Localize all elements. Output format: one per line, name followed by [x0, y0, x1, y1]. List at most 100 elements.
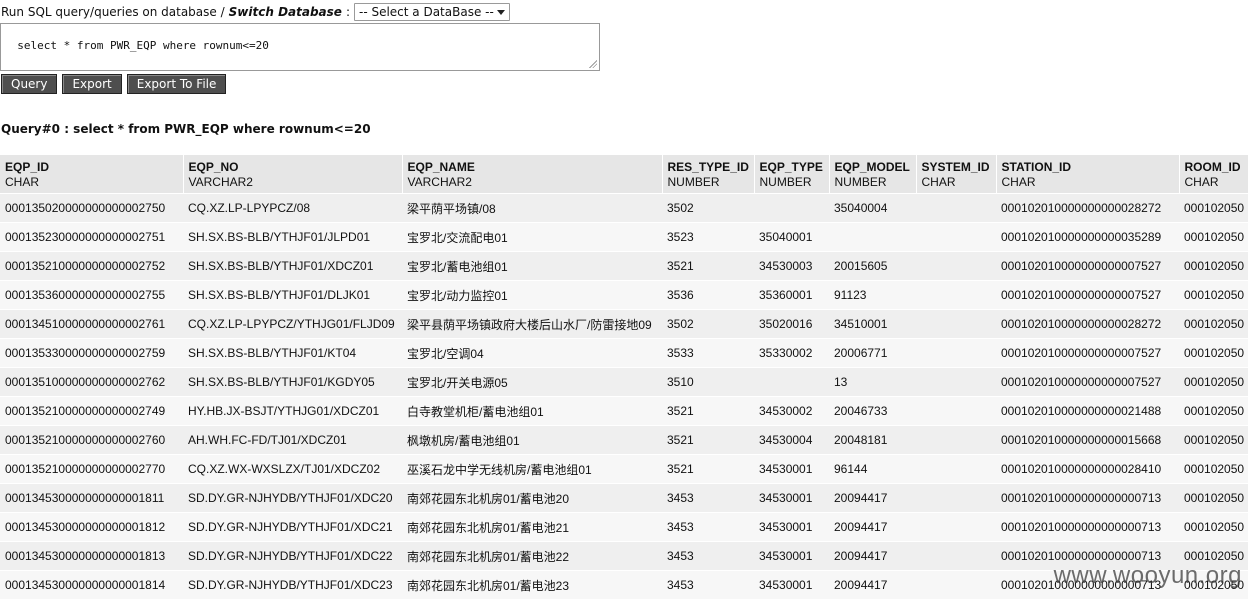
table-cell: 96144 [829, 455, 916, 484]
table-cell [916, 571, 996, 599]
table-cell [754, 194, 829, 223]
table-cell: 000102050 [1179, 455, 1248, 484]
export-to-file-button[interactable]: Export To File [127, 74, 227, 94]
table-cell: 20094417 [829, 484, 916, 513]
table-cell: 000102010000000000035289 [996, 223, 1179, 252]
table-cell: 000102010000000000007527 [996, 368, 1179, 397]
table-cell: 000134530000000000001814 [0, 571, 183, 599]
table-cell: 20048181 [829, 426, 916, 455]
column-type: VARCHAR2 [408, 175, 657, 190]
table-cell: 000102050 [1179, 513, 1248, 542]
table-cell: 34530003 [754, 252, 829, 281]
resize-grip-icon[interactable] [589, 60, 597, 68]
table-cell: 南郊花园东北机房01/蓄电池21 [402, 513, 662, 542]
table-cell: SH.SX.BS-BLB/YTHJF01/KGDY05 [183, 368, 402, 397]
table-cell [916, 484, 996, 513]
table-cell: 3521 [662, 397, 754, 426]
table-cell: 20006771 [829, 339, 916, 368]
table-cell: 000134530000000000001813 [0, 542, 183, 571]
table-cell: SD.DY.GR-NJHYDB/YTHJF01/XDC23 [183, 571, 402, 599]
table-cell: 35330002 [754, 339, 829, 368]
column-header: EQP_MODELNUMBER [829, 155, 916, 194]
table-header-row: EQP_IDCHAREQP_NOVARCHAR2EQP_NAMEVARCHAR2… [0, 155, 1248, 194]
table-cell [916, 223, 996, 252]
table-cell: 000135210000000000002760 [0, 426, 183, 455]
table-cell: 000135210000000000002752 [0, 252, 183, 281]
sql-query-text: select * from PWR_EQP where rownum<=20 [17, 39, 269, 52]
table-cell: 枫墩机房/蓄电池组01 [402, 426, 662, 455]
chevron-down-icon [497, 10, 505, 15]
results-table: EQP_IDCHAREQP_NOVARCHAR2EQP_NAMEVARCHAR2… [0, 155, 1248, 599]
table-cell: 梁平荫平场镇/08 [402, 194, 662, 223]
table-cell: 000135210000000000002770 [0, 455, 183, 484]
column-header: STATION_IDCHAR [996, 155, 1179, 194]
table-cell: 000102050 [1179, 368, 1248, 397]
export-button[interactable]: Export [62, 74, 121, 94]
table-cell: 000135360000000000002755 [0, 281, 183, 310]
table-cell: AH.WH.FC-FD/TJ01/XDCZ01 [183, 426, 402, 455]
table-cell: 3502 [662, 194, 754, 223]
table-cell: 000102010000000000007527 [996, 339, 1179, 368]
table-cell [916, 455, 996, 484]
table-cell: SD.DY.GR-NJHYDB/YTHJF01/XDC22 [183, 542, 402, 571]
watermark: www.wooyun.org [1054, 562, 1242, 590]
table-cell: 3521 [662, 252, 754, 281]
table-row: 000135210000000000002749HY.HB.JX-BSJT/YT… [0, 397, 1248, 426]
column-name: EQP_TYPE [760, 160, 824, 175]
column-header: RES_TYPE_IDNUMBER [662, 155, 754, 194]
table-cell: 宝罗北/空调04 [402, 339, 662, 368]
database-switch-bar: Run SQL query/queries on database / Swit… [1, 3, 510, 21]
query-button[interactable]: Query [1, 74, 57, 94]
column-type: CHAR [5, 175, 178, 190]
table-cell: 000135230000000000002751 [0, 223, 183, 252]
table-cell: 3453 [662, 542, 754, 571]
table-row: 000135020000000000002750CQ.XZ.LP-LPYPCZ/… [0, 194, 1248, 223]
table-cell: 20046733 [829, 397, 916, 426]
table-cell: SH.SX.BS-BLB/YTHJF01/DLJK01 [183, 281, 402, 310]
table-cell: 35040004 [829, 194, 916, 223]
table-cell: 3523 [662, 223, 754, 252]
table-cell: 34530001 [754, 542, 829, 571]
table-cell: 20094417 [829, 571, 916, 599]
table-cell: 000134510000000000002761 [0, 310, 183, 339]
table-cell [916, 281, 996, 310]
table-cell: 000135330000000000002759 [0, 339, 183, 368]
table-row: 000135230000000000002751SH.SX.BS-BLB/YTH… [0, 223, 1248, 252]
table-cell: 000102010000000000028272 [996, 194, 1179, 223]
table-cell: CQ.XZ.LP-LPYPCZ/08 [183, 194, 402, 223]
table-cell [916, 252, 996, 281]
table-cell: 巫溪石龙中学无线机房/蓄电池组01 [402, 455, 662, 484]
table-cell: 91123 [829, 281, 916, 310]
table-cell: 34530002 [754, 397, 829, 426]
table-cell: 3453 [662, 484, 754, 513]
column-header: EQP_IDCHAR [0, 155, 183, 194]
column-name: SYSTEM_ID [922, 160, 991, 175]
table-row: 000134530000000000001812SD.DY.GR-NJHYDB/… [0, 513, 1248, 542]
column-header: EQP_NOVARCHAR2 [183, 155, 402, 194]
table-cell: 20015605 [829, 252, 916, 281]
table-cell: 35360001 [754, 281, 829, 310]
column-header: ROOM_IDCHAR [1179, 155, 1248, 194]
table-cell [916, 542, 996, 571]
column-type: NUMBER [668, 175, 749, 190]
table-cell: 3533 [662, 339, 754, 368]
column-name: EQP_NAME [408, 160, 657, 175]
table-cell [916, 339, 996, 368]
table-row: 000135360000000000002755SH.SX.BS-BLB/YTH… [0, 281, 1248, 310]
table-cell: 宝罗北/动力监控01 [402, 281, 662, 310]
table-cell: 3536 [662, 281, 754, 310]
table-row: 000135210000000000002760AH.WH.FC-FD/TJ01… [0, 426, 1248, 455]
table-cell: HY.HB.JX-BSJT/YTHJG01/XDCZ01 [183, 397, 402, 426]
column-name: EQP_ID [5, 160, 178, 175]
database-select[interactable]: -- Select a DataBase -- [354, 3, 510, 21]
table-body: 000135020000000000002750CQ.XZ.LP-LPYPCZ/… [0, 194, 1248, 599]
column-type: VARCHAR2 [189, 175, 397, 190]
table-cell: 3502 [662, 310, 754, 339]
table-cell: 13 [829, 368, 916, 397]
table-cell: 000102010000000000000713 [996, 484, 1179, 513]
sql-query-input[interactable]: select * from PWR_EQP where rownum<=20 [0, 23, 600, 71]
table-row: 000135330000000000002759SH.SX.BS-BLB/YTH… [0, 339, 1248, 368]
table-cell: SD.DY.GR-NJHYDB/YTHJF01/XDC20 [183, 484, 402, 513]
column-header: EQP_NAMEVARCHAR2 [402, 155, 662, 194]
column-header: EQP_TYPENUMBER [754, 155, 829, 194]
